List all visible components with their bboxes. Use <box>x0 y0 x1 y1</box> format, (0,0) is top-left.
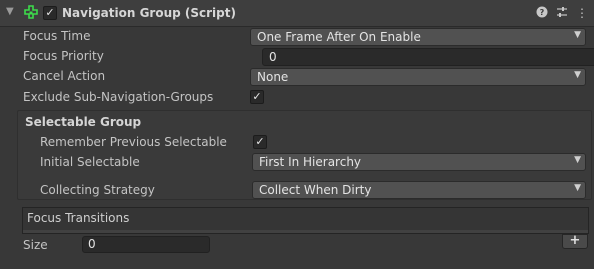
focus-time-value: One Frame After On Enable <box>257 30 421 44</box>
collecting-strategy-label: Collecting Strategy <box>40 183 155 197</box>
context-menu-icon[interactable]: ⋮ <box>575 6 589 20</box>
exclude-sub-label: Exclude Sub-Navigation-Groups <box>23 90 214 104</box>
focus-time-dropdown[interactable]: One Frame After On Enable ▼ <box>250 28 586 46</box>
component-title: Navigation Group (Script) <box>62 6 236 20</box>
dropdown-arrow-icon: ▼ <box>574 30 581 40</box>
size-value: 0 <box>88 237 96 251</box>
initial-selectable-label: Initial Selectable <box>40 155 140 169</box>
selectable-group-title: Selectable Group <box>25 115 142 129</box>
component-enabled-checkbox[interactable]: ✓ <box>43 6 57 20</box>
dropdown-arrow-icon: ▼ <box>574 70 581 80</box>
add-element-button[interactable]: + <box>562 234 588 249</box>
cancel-action-label: Cancel Action <box>23 69 106 83</box>
navigation-component-icon <box>23 5 39 21</box>
collecting-strategy-dropdown[interactable]: Collect When Dirty ▼ <box>252 181 586 199</box>
remember-previous-label: Remember Previous Selectable <box>40 135 227 149</box>
focus-time-label: Focus Time <box>23 29 91 43</box>
svg-text:?: ? <box>540 8 545 17</box>
size-input[interactable]: 0 <box>82 236 210 253</box>
collecting-strategy-value: Collect When Dirty <box>259 183 372 197</box>
cancel-action-value: None <box>257 70 289 84</box>
preset-icon[interactable] <box>555 6 569 20</box>
exclude-sub-checkbox[interactable]: ✓ <box>250 90 264 104</box>
focus-priority-label: Focus Priority <box>23 49 104 63</box>
help-icon[interactable]: ? <box>535 6 549 20</box>
focus-transitions-title: Focus Transitions <box>27 211 130 225</box>
focus-transitions-header[interactable]: Focus Transitions <box>22 207 589 231</box>
initial-selectable-dropdown[interactable]: First In Hierarchy ▼ <box>252 153 586 171</box>
initial-selectable-value: First In Hierarchy <box>259 155 362 169</box>
focus-transitions-list <box>22 230 589 234</box>
fold-arrow-icon[interactable]: ▼ <box>6 6 14 17</box>
size-label: Size <box>23 238 48 252</box>
dropdown-arrow-icon: ▼ <box>574 155 581 165</box>
dropdown-arrow-icon: ▼ <box>574 183 581 193</box>
focus-priority-value: 0 <box>269 50 277 64</box>
remember-previous-checkbox[interactable]: ✓ <box>253 135 267 149</box>
focus-priority-input[interactable]: 0 <box>262 48 594 66</box>
cancel-action-dropdown[interactable]: None ▼ <box>250 68 586 86</box>
